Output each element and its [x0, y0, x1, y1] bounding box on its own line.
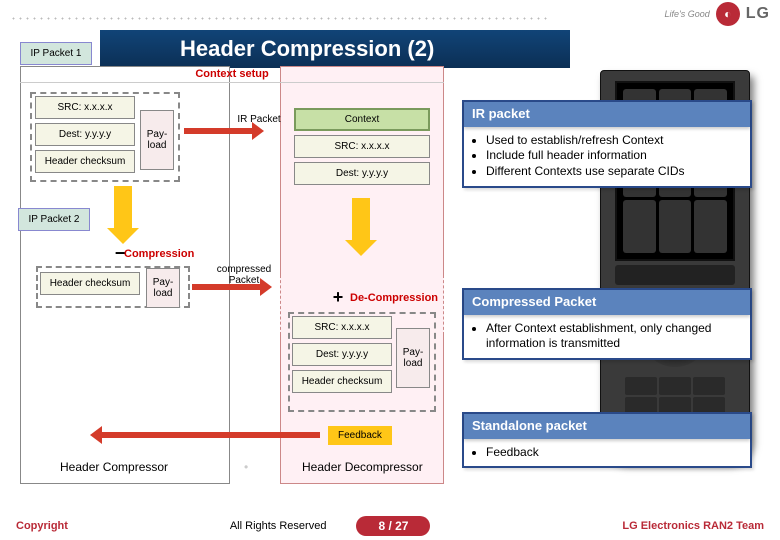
footer: Copyright All Rights Reserved 8 / 27 LG …: [0, 512, 780, 540]
page-title: Header Compression (2): [100, 30, 570, 68]
context-box: Context: [294, 108, 430, 131]
callout-ir-packet: IR packet Used to establish/refresh Cont…: [462, 100, 752, 188]
callout-cp-title: Compressed Packet: [464, 290, 750, 315]
header-compressor-label: Header Compressor: [60, 460, 168, 474]
minus-icon: −: [112, 246, 128, 262]
packet2-checksum: Header checksum: [40, 272, 140, 295]
cp-bullet-1: After Context establishment, only change…: [486, 321, 742, 352]
callout-compressed-packet: Compressed Packet After Context establis…: [462, 288, 752, 360]
packet1-src: SRC: x.x.x.x: [35, 96, 135, 119]
ir-bullet-3: Different Contexts use separate CIDs: [486, 164, 742, 180]
bullet-dot: •: [244, 460, 248, 474]
callout-standalone-packet: Standalone packet Feedback: [462, 412, 752, 468]
plus-icon: +: [330, 290, 346, 306]
packet1-dest: Dest: y.y.y.y: [35, 123, 135, 146]
decompression-label: De-Compression: [350, 292, 438, 304]
arrow-down-left-1: [114, 186, 132, 230]
context-stack: Context SRC: x.x.x.x Dest: y.y.y.y: [294, 108, 430, 185]
sp-bullet-1: Feedback: [486, 445, 742, 461]
reassembled-fields: SRC: x.x.x.x Dest: y.y.y.y Header checks…: [292, 316, 392, 393]
brand-tagline: Life's Good: [665, 9, 710, 19]
reassembled-dest: Dest: y.y.y.y: [292, 343, 392, 366]
page-indicator: 8 / 27: [356, 516, 430, 536]
compression-label: Compression: [124, 248, 194, 260]
reassembled-payload: Pay- load: [396, 328, 430, 388]
arrow-to-ir-packet: [184, 128, 254, 134]
packet1-payload: Pay- load: [140, 110, 174, 170]
phase-context-setup: Context setup: [20, 66, 444, 83]
brand-area: Life's Good ◐ LG: [665, 2, 770, 26]
compressed-packet-label: compressed Packet: [204, 264, 284, 286]
footer-rights: All Rights Reserved: [230, 520, 327, 532]
footer-team: LG Electronics RAN2 Team: [622, 520, 764, 532]
header-decompressor-label: Header Decompressor: [302, 460, 423, 474]
ip-packet-2-label: IP Packet 2: [18, 208, 90, 231]
reassembled-src: SRC: x.x.x.x: [292, 316, 392, 339]
packet1-checksum: Header checksum: [35, 150, 135, 173]
packet2-fields: Header checksum: [40, 272, 140, 295]
ir-bullet-2: Include full header information: [486, 148, 742, 164]
reassembled-checksum: Header checksum: [292, 370, 392, 393]
lg-logo-text: LG: [746, 5, 770, 23]
callout-ir-title: IR packet: [464, 102, 750, 127]
context-dest: Dest: y.y.y.y: [294, 162, 430, 185]
ir-packet-label: IR Packet: [234, 114, 284, 125]
packet2-payload: Pay- load: [146, 268, 180, 308]
ir-bullet-1: Used to establish/refresh Context: [486, 133, 742, 149]
phone-nav: [615, 265, 735, 285]
footer-copyright: Copyright: [16, 520, 68, 532]
feedback-box: Feedback: [328, 426, 392, 445]
callout-sp-title: Standalone packet: [464, 414, 750, 439]
ip-packet-1-label: IP Packet 1: [20, 42, 92, 65]
context-src: SRC: x.x.x.x: [294, 135, 430, 158]
packet1-header-fields: SRC: x.x.x.x Dest: y.y.y.y Header checks…: [35, 96, 135, 173]
feedback-arrow: [100, 432, 320, 438]
lg-logo-icon: ◐: [716, 2, 740, 26]
arrow-down-right-1: [352, 198, 370, 242]
decorative-dots: [10, 15, 550, 23]
